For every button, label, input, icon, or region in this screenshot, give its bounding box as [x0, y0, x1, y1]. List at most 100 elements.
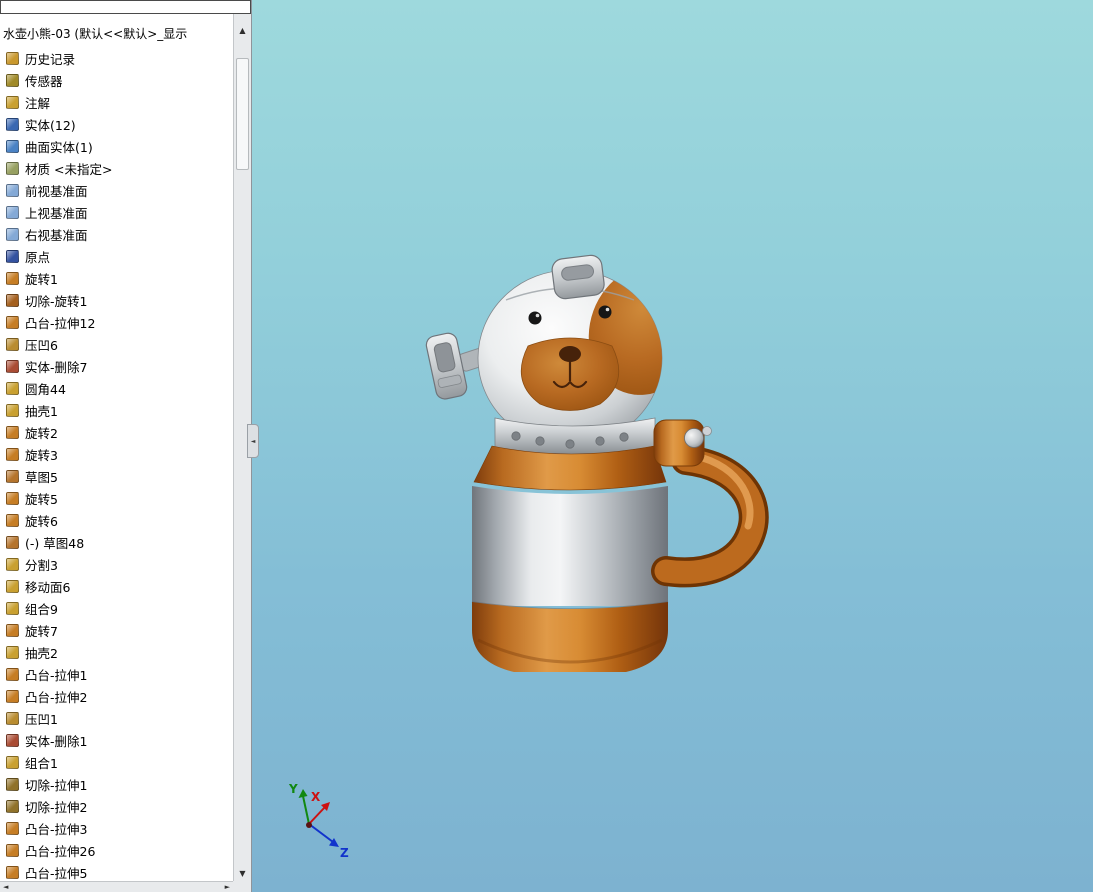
feature-tree-item-label: 切除-拉伸1 [25, 777, 88, 793]
feature-tree-item[interactable]: 压凹6 [0, 333, 233, 355]
feature-tree-item-label: 圆角44 [25, 381, 66, 397]
feature-tree-item[interactable]: 切除-拉伸1 [0, 773, 233, 795]
feature-tree-item-label: 材质 <未指定> [25, 161, 113, 177]
horizontal-scrollbar[interactable]: ◄ ► [0, 881, 233, 892]
scroll-up-arrow-icon[interactable]: ▲ [234, 26, 251, 35]
feature-tree-item-label: 传感器 [25, 73, 63, 89]
sketch-icon [6, 469, 19, 483]
feature-tree-item[interactable]: 右视基准面 [0, 223, 233, 245]
feature-tree-item[interactable]: 旋转3 [0, 443, 233, 465]
feature-tree-item-label: 凸台-拉伸3 [25, 821, 88, 837]
revolve-icon [6, 447, 19, 461]
feature-tree-item[interactable]: 草图5 [0, 465, 233, 487]
feature-tree-item[interactable]: 旋转1 [0, 267, 233, 289]
feature-tree-item[interactable]: 历史记录 [0, 47, 233, 69]
combine-icon [6, 601, 19, 615]
boss-extrude-icon [6, 821, 19, 835]
feature-tree-item[interactable]: 压凹1 [0, 707, 233, 729]
feature-tree-item-label: 凸台-拉伸2 [25, 689, 88, 705]
feature-tree-item[interactable]: 旋转7 [0, 619, 233, 641]
feature-tree-item[interactable]: 材质 <未指定> [0, 157, 233, 179]
revolve-icon [6, 513, 19, 527]
body-delete-icon [6, 359, 19, 373]
feature-tree-item-label: 旋转6 [25, 513, 58, 529]
lid-flip-handle[interactable] [551, 254, 606, 300]
feature-tree-item[interactable]: 原点 [0, 245, 233, 267]
feature-tree-item[interactable]: 旋转6 [0, 509, 233, 531]
feature-tree: 历史记录传感器注解实体(12) 曲面实体(1) 材质 <未指定> 前视基准面 上视基准面… [0, 47, 233, 883]
feature-tree-item[interactable]: 抽壳2 [0, 641, 233, 663]
feature-tree-title[interactable]: 水壶小熊-03 (默认<<默认>_显示 [0, 24, 231, 44]
feature-tree-item[interactable]: 实体(12) [0, 113, 233, 135]
feature-tree-item-label: 切除-拉伸2 [25, 799, 88, 815]
feature-tree-item[interactable]: 抽壳1 [0, 399, 233, 421]
fillet-icon [6, 381, 19, 395]
bottle-body[interactable] [471, 486, 669, 610]
feature-tree-item[interactable]: 凸台-拉伸1 [0, 663, 233, 685]
feature-tree-item-label: 凸台-拉伸12 [25, 315, 96, 331]
shell-icon [6, 645, 19, 659]
feature-tree-item[interactable]: 凸台-拉伸3 [0, 817, 233, 839]
feature-tree-item-label: 旋转1 [25, 271, 58, 287]
feature-tree-item[interactable]: 凸台-拉伸5 [0, 861, 233, 883]
feature-tree-item[interactable]: 实体-删除1 [0, 729, 233, 751]
feature-tree-item-label: 组合9 [25, 601, 58, 617]
feature-tree-item[interactable]: 切除-旋转1 [0, 289, 233, 311]
graphics-viewport[interactable]: Y X Z [252, 0, 1093, 892]
scrollbar-corner [233, 881, 251, 892]
cut-extrude-icon [6, 799, 19, 813]
top-plane-icon [6, 205, 19, 219]
feature-manager-panel: 水壶小熊-03 (默认<<默认>_显示 历史记录传感器注解实体(12) 曲面实体(… [0, 0, 252, 892]
revolve-icon [6, 491, 19, 505]
handle-mount[interactable] [653, 419, 712, 467]
combine-icon [6, 755, 19, 769]
feature-tree-item[interactable]: 圆角44 [0, 377, 233, 399]
feature-tree-item[interactable]: 上视基准面 [0, 201, 233, 223]
feature-tree-item-label: 历史记录 [25, 51, 76, 67]
feature-tree-item[interactable]: 凸台-拉伸2 [0, 685, 233, 707]
bear-head-lid[interactable] [477, 249, 721, 447]
revolve-icon [6, 623, 19, 637]
feature-tree-item[interactable]: 组合1 [0, 751, 233, 773]
body-delete-icon [6, 733, 19, 747]
pivot-pin [684, 428, 704, 448]
feature-tree-item[interactable]: 移动面6 [0, 575, 233, 597]
scroll-down-arrow-icon[interactable]: ▼ [234, 869, 251, 878]
feature-tree-item[interactable]: 凸台-拉伸12 [0, 311, 233, 333]
feature-tree-item-label: 实体-删除7 [25, 359, 88, 375]
feature-tree-item[interactable]: 凸台-拉伸26 [0, 839, 233, 861]
feature-tree-item[interactable]: 组合9 [0, 597, 233, 619]
scrollbar-thumb[interactable] [236, 58, 249, 170]
solid-bodies-folder-icon [6, 117, 19, 131]
feature-tree-item[interactable]: 旋转5 [0, 487, 233, 509]
scroll-right-arrow-icon[interactable]: ► [225, 883, 230, 891]
sketch-icon [6, 535, 19, 549]
model-3d[interactable]: Y X Z [252, 0, 1093, 892]
feature-tree-item[interactable]: 曲面实体(1) [0, 135, 233, 157]
boss-extrude-icon [6, 843, 19, 857]
feature-tree-item-label: 组合1 [25, 755, 58, 771]
revolve-icon [6, 425, 19, 439]
feature-tree-item[interactable]: 前视基准面 [0, 179, 233, 201]
feature-tree-item[interactable]: 实体-删除7 [0, 355, 233, 377]
feature-tree-item[interactable]: 旋转2 [0, 421, 233, 443]
feature-tree-item-label: 旋转2 [25, 425, 58, 441]
scroll-left-arrow-icon[interactable]: ◄ [3, 883, 8, 891]
indent-icon [6, 337, 19, 351]
collapse-arrow-icon: ◄ [250, 437, 256, 445]
annotations-icon [6, 95, 19, 109]
feature-tree-item[interactable]: 注解 [0, 91, 233, 113]
feature-tree-item[interactable]: (-) 草图48 [0, 531, 233, 553]
top-selection-box[interactable] [0, 0, 251, 14]
feature-tree-item[interactable]: 传感器 [0, 69, 233, 91]
feature-tree-item[interactable]: 分割3 [0, 553, 233, 575]
feature-tree-item[interactable]: 切除-拉伸2 [0, 795, 233, 817]
feature-tree-item-label: 注解 [25, 95, 51, 111]
panel-collapse-tab[interactable]: ◄ [247, 424, 259, 458]
bottle-base[interactable] [472, 602, 668, 672]
cut-revolve-icon [6, 293, 19, 307]
bottle-handle[interactable] [651, 445, 769, 588]
cut-extrude-icon [6, 777, 19, 791]
feature-tree-item-label: (-) 草图48 [25, 535, 85, 551]
split-icon [6, 557, 19, 571]
